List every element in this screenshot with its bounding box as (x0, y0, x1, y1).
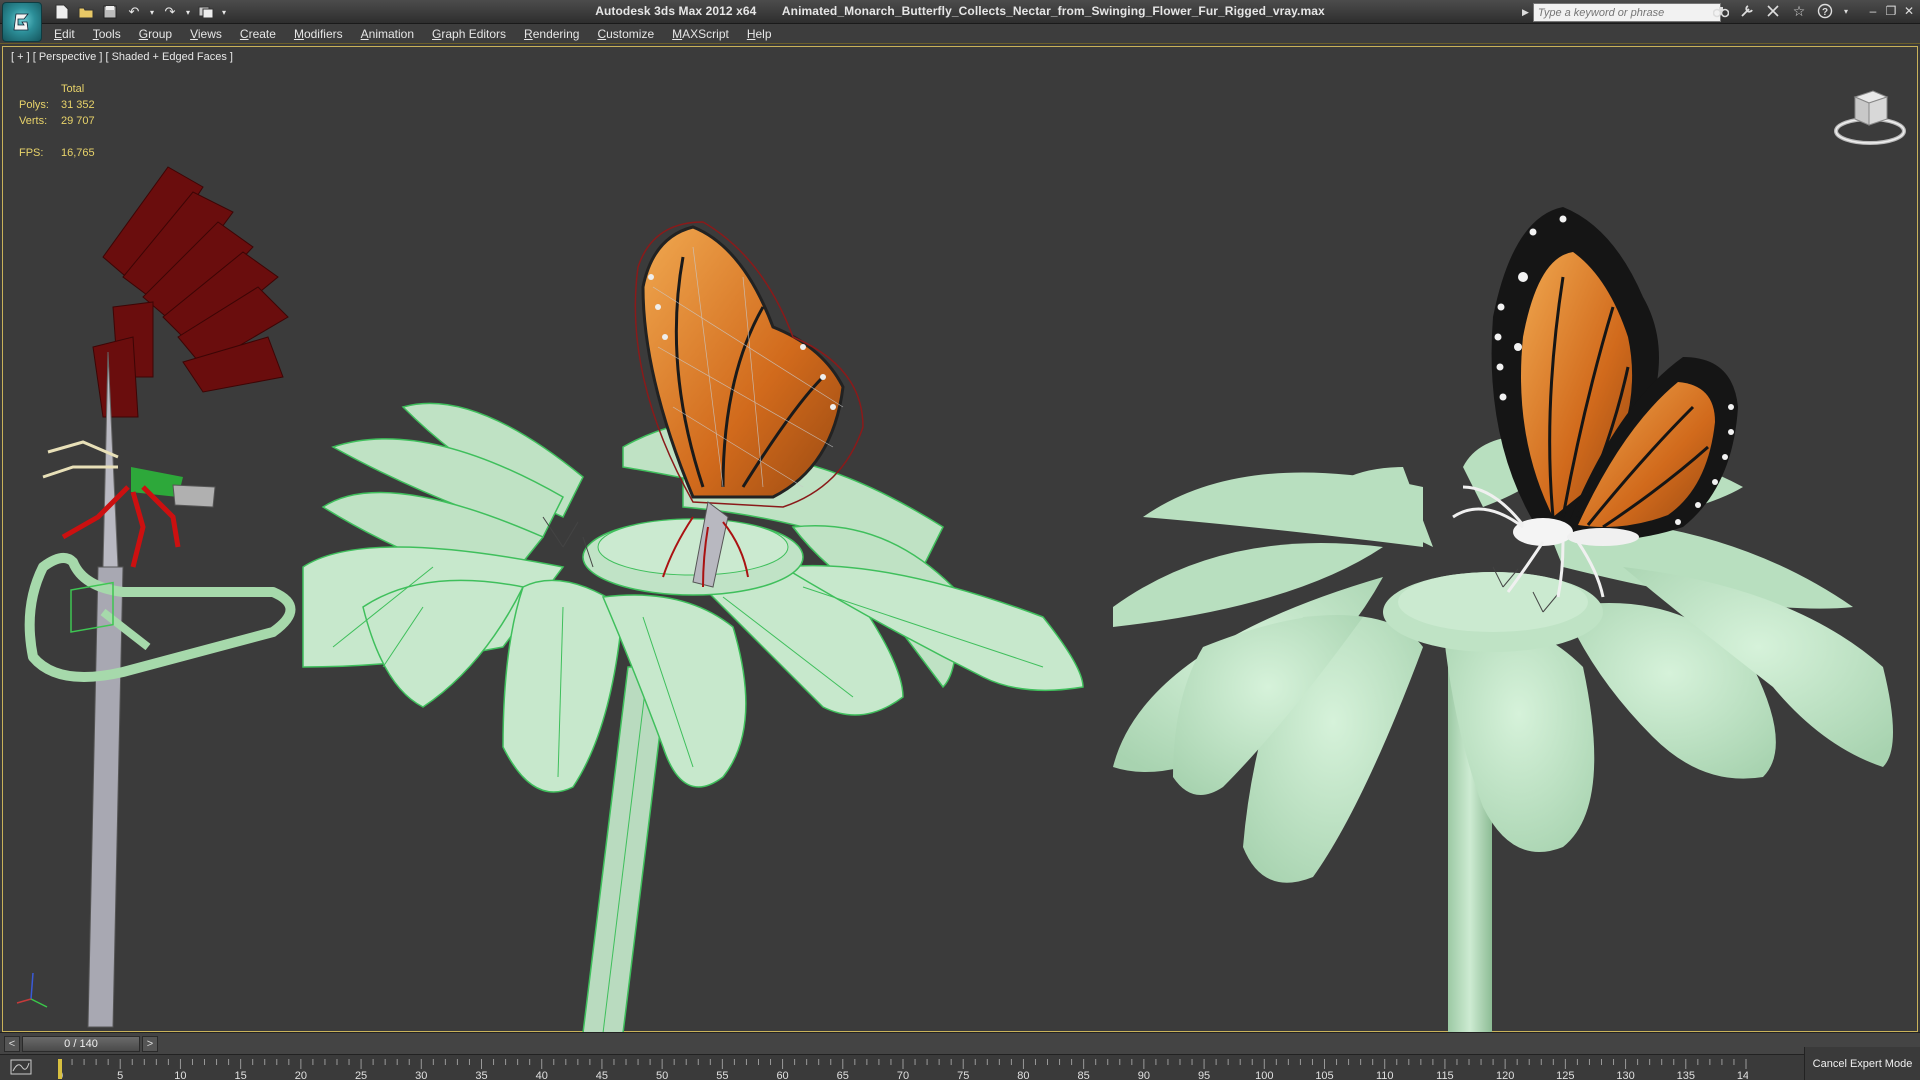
track-bar[interactable]: 0510152025303540455055606570758085909510… (0, 1054, 1920, 1080)
menu-modifiers[interactable]: Modifiers (294, 27, 343, 41)
menu-group[interactable]: Group (139, 27, 172, 41)
project-icon[interactable] (196, 2, 216, 22)
viewcube-icon[interactable] (1833, 77, 1907, 151)
menu-create[interactable]: Create (240, 27, 276, 41)
ruler-label: 90 (1138, 1070, 1150, 1080)
menu-maxscript[interactable]: MAXScript (672, 27, 729, 41)
3dsmax-logo-icon (13, 13, 29, 31)
help-dropdown-icon[interactable]: ▾ (1842, 2, 1850, 20)
menu-rendering[interactable]: Rendering (524, 27, 579, 41)
ruler-label: 65 (837, 1070, 849, 1080)
open-folder-icon[interactable] (76, 2, 96, 22)
ruler-label: 75 (957, 1070, 969, 1080)
subscription-icon[interactable] (1764, 2, 1782, 20)
ruler-label: 135 (1677, 1070, 1695, 1080)
fps-value: 16,765 (61, 147, 95, 159)
menu-animation[interactable]: Animation (361, 27, 414, 41)
ruler-label: 130 (1616, 1070, 1634, 1080)
ruler-label: 50 (656, 1070, 668, 1080)
menu-edit[interactable]: Edit (54, 27, 75, 41)
ruler-label: 110 (1376, 1070, 1394, 1080)
quick-access-toolbar: ↶ ▾ ↷ ▾ ▾ (52, 2, 228, 22)
viewport-label[interactable]: [ + ] [ Perspective ] [ Shaded + Edged F… (11, 51, 233, 63)
axis-tripod-icon (16, 972, 48, 1008)
cancel-expert-mode-button[interactable]: Cancel Expert Mode (1804, 1047, 1920, 1080)
polys-value: 31 352 (61, 99, 95, 111)
infocenter-search: ▶ (1522, 3, 1721, 22)
ruler-label: 25 (355, 1070, 367, 1080)
menu-graph-editors[interactable]: Graph Editors (432, 27, 506, 41)
menu-views[interactable]: Views (190, 27, 222, 41)
app-name: Autodesk 3ds Max 2012 x64 (595, 4, 757, 18)
curve-editor-icon[interactable] (10, 1059, 36, 1077)
ruler-label: 5 (117, 1070, 123, 1080)
tools-icon[interactable] (1738, 2, 1756, 20)
ruler-label: 85 (1078, 1070, 1090, 1080)
search-input[interactable] (1532, 3, 1721, 22)
minimize-icon[interactable]: – (1866, 2, 1880, 20)
polys-label: Polys: (19, 99, 49, 111)
scene-render[interactable] (3, 47, 1919, 1033)
redo-dropdown-icon[interactable]: ▾ (184, 2, 192, 22)
verts-value: 29 707 (61, 115, 95, 127)
svg-text:?: ? (1822, 7, 1828, 18)
time-slider[interactable]: < 0 / 140 > (0, 1032, 1920, 1054)
star-icon[interactable]: ☆ (1790, 2, 1808, 20)
ruler-label: 100 (1255, 1070, 1273, 1080)
app-menu-button[interactable] (2, 2, 42, 42)
ruler-label: 60 (776, 1070, 788, 1080)
ruler-label: 45 (596, 1070, 608, 1080)
ruler-label: 15 (235, 1070, 247, 1080)
time-slider-thumb[interactable]: 0 / 140 (22, 1036, 140, 1052)
menu-tools[interactable]: Tools (93, 27, 121, 41)
ruler-label: 80 (1017, 1070, 1029, 1080)
menu-bar: Edit Tools Group Views Create Modifiers … (0, 24, 1920, 44)
rig-bones[interactable] (24, 166, 296, 1028)
verts-label: Verts: (19, 115, 48, 127)
title-bar: ↶ ▾ ↷ ▾ ▾ Autodesk 3ds Max 2012 x64 Anim… (0, 0, 1920, 42)
ruler-label: 10 (174, 1070, 186, 1080)
undo-dropdown-icon[interactable]: ▾ (148, 2, 156, 22)
ruler-label: 30 (415, 1070, 427, 1080)
menu-customize[interactable]: Customize (597, 27, 654, 41)
redo-icon[interactable]: ↷ (160, 2, 180, 22)
ruler-label: 120 (1496, 1070, 1514, 1080)
ruler-label: 115 (1436, 1070, 1454, 1080)
shaded-flower[interactable] (1113, 435, 1893, 1033)
file-name: Animated_Monarch_Butterfly_Collects_Nect… (781, 4, 1325, 18)
new-file-icon[interactable] (52, 2, 72, 22)
undo-icon[interactable]: ↶ (124, 2, 144, 22)
infocenter-icons: ☆ ? ▾ (1712, 2, 1850, 20)
ruler-label: 35 (475, 1070, 487, 1080)
current-frame-marker[interactable] (58, 1059, 62, 1079)
stats-header: Total (61, 83, 85, 95)
ruler-label: 105 (1315, 1070, 1333, 1080)
ruler-label: 55 (716, 1070, 728, 1080)
time-slider-prev-button[interactable]: < (4, 1036, 20, 1052)
perspective-viewport[interactable]: [ + ] [ Perspective ] [ Shaded + Edged F… (2, 46, 1919, 1033)
ruler-label: 95 (1198, 1070, 1210, 1080)
ruler-label: 20 (295, 1070, 307, 1080)
search-expand-icon[interactable]: ▶ (1522, 7, 1529, 18)
fps-label: FPS: (19, 147, 44, 159)
binoculars-icon[interactable] (1712, 2, 1730, 20)
save-icon[interactable] (100, 2, 120, 22)
time-slider-next-button[interactable]: > (142, 1036, 158, 1052)
window-controls: – ❐ ✕ (1866, 2, 1916, 20)
ruler-label: 70 (897, 1070, 909, 1080)
viewport-statistics: Total Polys: 31 352 Verts: 29 707 FPS: 16,7… (19, 81, 121, 161)
restore-icon[interactable]: ❐ (1884, 2, 1898, 20)
help-icon[interactable]: ? (1816, 2, 1834, 20)
customize-toolbar-dropdown-icon[interactable]: ▾ (220, 2, 228, 22)
ruler-label: 40 (536, 1070, 548, 1080)
timeline-ruler[interactable]: 0510152025303540455055606570758085909510… (58, 1055, 1748, 1080)
ruler-label: 125 (1556, 1070, 1574, 1080)
menu-help[interactable]: Help (747, 27, 772, 41)
close-icon[interactable]: ✕ (1902, 2, 1916, 20)
ruler-label: 140 (1737, 1070, 1748, 1080)
